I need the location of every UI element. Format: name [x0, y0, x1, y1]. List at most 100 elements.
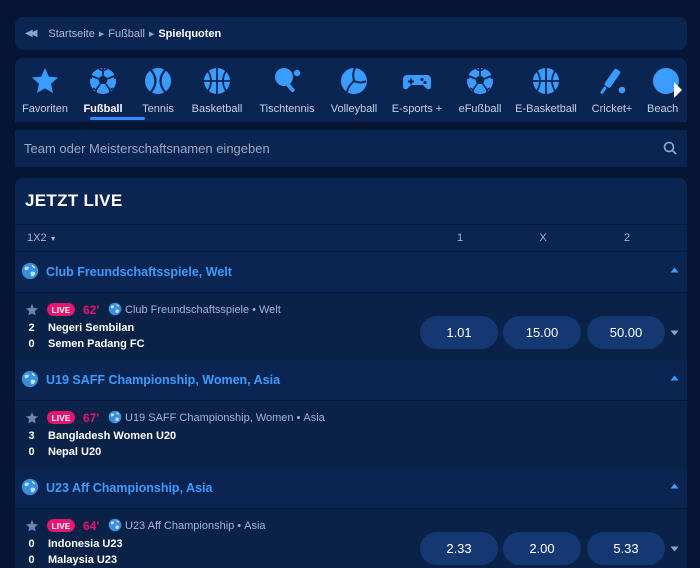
- caret-up-icon[interactable]: [670, 375, 679, 381]
- globe-icon: [108, 518, 122, 532]
- match-row[interactable]: LIVE 67' U19 SAFF Championship, Women • As…: [15, 400, 687, 468]
- league-name: Club Freundschaftsspiele, Welt: [46, 265, 232, 279]
- sport-tab-label: Fußball: [83, 103, 123, 115]
- team-score: 2: [28, 322, 35, 334]
- sport-tab-label: Favoriten: [22, 103, 68, 115]
- sport-tab-tennis[interactable]: Tennis: [138, 58, 178, 122]
- sport-tab-esports[interactable]: E-sports +: [390, 58, 444, 122]
- market-select-label: 1X2: [27, 232, 47, 244]
- live-badge: LIVE: [47, 303, 75, 316]
- sport-tab-favoriten[interactable]: Favoriten: [22, 58, 68, 122]
- team-score: 3: [28, 430, 35, 442]
- match-region: Welt: [258, 304, 281, 316]
- favorite-star-icon[interactable]: [25, 519, 39, 533]
- match-row[interactable]: LIVE 62' Club Freundschaftsspiele • Welt 2…: [15, 292, 687, 360]
- search-bar: [15, 130, 687, 167]
- caret-down-icon[interactable]: [670, 546, 679, 552]
- league-header[interactable]: Club Freundschaftsspiele, Welt: [15, 252, 687, 292]
- league-name: U23 Aff Championship, Asia: [46, 481, 213, 495]
- globe-icon: [108, 302, 122, 316]
- favorite-star-icon[interactable]: [25, 303, 39, 317]
- favorite-star-icon[interactable]: [25, 411, 39, 425]
- breadcrumb: ◀◀ Startseite ▶ Fußball ▶ Spielquoten: [15, 17, 687, 50]
- league-header[interactable]: U19 SAFF Championship, Women, Asia: [15, 360, 687, 400]
- column-header-1: 1: [456, 232, 464, 244]
- team-away: 0 Malaysia U23: [15, 554, 117, 566]
- breadcrumb-separator-icon: ▶: [98, 30, 105, 38]
- search-input[interactable]: [24, 141, 644, 156]
- team-home: 3 Bangladesh Women U20: [15, 430, 176, 442]
- sport-tab-fussball[interactable]: Fußball: [81, 58, 125, 122]
- match-region: Asia: [244, 520, 266, 532]
- globe-icon: [21, 478, 39, 496]
- live-badge: LIVE: [47, 519, 75, 532]
- odd-button-1[interactable]: 1.01: [420, 316, 498, 349]
- separator-dot: •: [237, 520, 242, 532]
- match-league: U19 SAFF Championship, Women • Asia: [125, 412, 325, 424]
- caret-up-icon[interactable]: [670, 483, 679, 489]
- sport-tab-label: Tischtennis: [259, 103, 315, 115]
- team-home: 2 Negeri Sembilan: [15, 322, 134, 334]
- sport-tab-tischtennis[interactable]: Tischtennis: [257, 58, 317, 122]
- league-header[interactable]: U23 Aff Championship, Asia: [15, 468, 687, 508]
- column-header-2: 2: [623, 232, 631, 244]
- odd-button-2[interactable]: 5.33: [587, 532, 665, 565]
- team-away: 0 Nepal U20: [15, 446, 101, 458]
- sport-tab-ebasketball[interactable]: E-Basketball: [514, 58, 578, 122]
- live-badge: LIVE: [47, 411, 75, 424]
- sport-tab-label: Basketball: [191, 103, 243, 115]
- live-panel: JETZT LIVE 1X2 ▼ 1 X 2 Club Freundschafts…: [15, 178, 687, 568]
- odd-button-x[interactable]: 15.00: [503, 316, 581, 349]
- globe-icon: [21, 262, 39, 280]
- gamepad-icon: [403, 75, 431, 90]
- team-away: 0 Semen Padang FC: [15, 338, 145, 350]
- team-name: Negeri Sembilan: [48, 322, 135, 334]
- star-icon: [32, 68, 58, 93]
- team-name: Semen Padang FC: [48, 338, 145, 350]
- back-icon[interactable]: ◀◀: [25, 28, 38, 39]
- match-row[interactable]: LIVE 64' U23 Aff Championship • Asia 0 Indo…: [15, 508, 687, 568]
- team-score: 0: [28, 538, 35, 550]
- match-league-name: U23 Aff Championship: [125, 520, 235, 532]
- cricket-bat-icon: [600, 68, 626, 94]
- caret-down-icon: ▼: [49, 236, 57, 243]
- sport-tab-cricket[interactable]: Cricket+: [590, 58, 634, 122]
- team-name: Nepal U20: [48, 446, 102, 458]
- sport-tab-basketball[interactable]: Basketball: [189, 58, 245, 122]
- match-league-name: Club Freundschaftsspiele: [125, 304, 250, 316]
- sport-tab-efussball[interactable]: eFußball: [457, 58, 503, 122]
- sport-tab-volleyball[interactable]: Volleyball: [329, 58, 379, 122]
- market-select[interactable]: 1X2 ▼: [27, 232, 57, 244]
- breadcrumb-sport-link[interactable]: Fußball: [108, 28, 145, 40]
- match-region: Asia: [303, 412, 325, 424]
- globe-icon: [21, 370, 39, 388]
- sport-tab-label: Tennis: [142, 103, 174, 115]
- basketball-icon: [202, 66, 232, 96]
- breadcrumb-current: Spielquoten: [158, 27, 222, 40]
- match-minute: 67': [83, 411, 100, 425]
- sports-scroll-right-button[interactable]: [668, 58, 688, 122]
- team-name: Malaysia U23: [48, 554, 118, 566]
- team-score: 0: [28, 554, 35, 566]
- sport-tab-label: eFußball: [458, 103, 502, 115]
- breadcrumb-home-link[interactable]: Startseite: [48, 28, 94, 40]
- search-icon[interactable]: [663, 141, 677, 155]
- team-home: 0 Indonesia U23: [15, 538, 123, 550]
- match-league: U23 Aff Championship • Asia: [125, 520, 266, 532]
- caret-up-icon[interactable]: [670, 267, 679, 273]
- team-score: 0: [28, 446, 35, 458]
- sport-tab-label: Volleyball: [330, 103, 378, 115]
- odd-button-2[interactable]: 50.00: [587, 316, 665, 349]
- soccer-ball-icon: [465, 66, 495, 96]
- caret-down-icon[interactable]: [670, 330, 679, 336]
- sport-tab-label: E-sports +: [391, 103, 443, 115]
- match-league: Club Freundschaftsspiele • Welt: [125, 304, 281, 316]
- sports-nav: Favoriten Fußball Tennis Basketball Tisc…: [15, 58, 687, 122]
- match-minute: 64': [83, 519, 100, 533]
- odd-button-1[interactable]: 2.33: [420, 532, 498, 565]
- team-name: Bangladesh Women U20: [48, 430, 177, 442]
- odd-button-x[interactable]: 2.00: [503, 532, 581, 565]
- separator-dot: •: [252, 304, 256, 316]
- team-name: Indonesia U23: [48, 538, 123, 550]
- live-title: JETZT LIVE: [25, 191, 123, 210]
